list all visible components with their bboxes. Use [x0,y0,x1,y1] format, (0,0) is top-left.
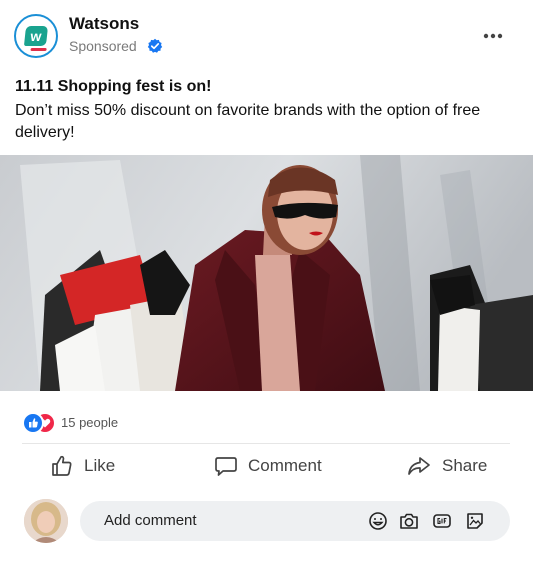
share-button[interactable]: Share [406,452,487,480]
sponsored-label: Sponsored [69,38,137,54]
emoji-icon[interactable] [368,511,388,531]
post-body-text: Don’t miss 50% discount on favorite bran… [15,102,481,141]
gif-icon[interactable] [432,511,452,531]
logo-underline [30,48,47,51]
sticker-icon[interactable] [465,511,485,531]
thumbs-up-icon [52,455,72,476]
brand-logo[interactable]: w [14,14,58,58]
comment-button[interactable]: Comment [214,452,322,480]
camera-icon[interactable] [399,511,419,531]
post-image[interactable] [0,155,533,391]
user-avatar-image [24,499,68,543]
speech-bubble-icon [215,457,237,476]
divider [22,443,510,444]
author-name[interactable]: Watsons [69,14,139,34]
avatar[interactable] [24,499,68,543]
watsons-logo-mark: w [23,26,49,51]
logo-letter: w [29,28,43,44]
comment-input[interactable]: Add comment [80,501,510,541]
more-horizontal-icon[interactable] [481,28,505,44]
verified-badge-icon [147,38,163,53]
comment-placeholder: Add comment [104,512,197,529]
like-label: Like [84,456,116,475]
like-button[interactable]: Like [50,452,115,480]
post-header: w Watsons Sponsored [0,0,533,70]
share-label: Share [442,456,488,475]
reaction-count[interactable]: 15 people [61,415,118,430]
sponsored-post-card: w Watsons Sponsored 11.11 Shopping fest … [0,0,533,567]
comment-label: Comment [248,456,322,475]
like-reaction-icon [22,412,44,434]
post-title: 11.11 Shopping fest is on! [15,78,212,95]
share-arrow-icon [408,457,430,475]
